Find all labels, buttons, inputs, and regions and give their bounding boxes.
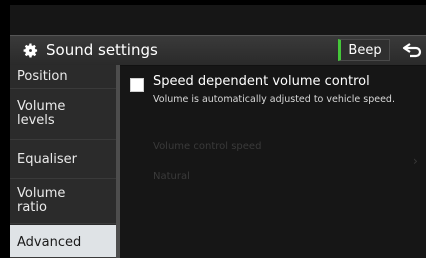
sidebar-item-position[interactable]: Position xyxy=(10,65,116,89)
sidebar-item-label: Position xyxy=(17,69,68,84)
sidebar-item-label: Equaliser xyxy=(17,152,78,167)
gear-icon xyxy=(23,43,38,58)
page-title: Sound settings xyxy=(46,41,158,59)
head-unit-screen: Sound settings Beep Position Volume leve… xyxy=(10,5,426,258)
sidebar-item-volume-levels[interactable]: Volume levels xyxy=(10,90,116,140)
speed-volume-label: Speed dependent volume control xyxy=(153,74,370,89)
sidebar-item-label: Advanced xyxy=(17,235,82,250)
speed-volume-description: Volume is automatically adjusted to vehi… xyxy=(153,94,395,105)
settings-panel: Speed dependent volume control Volume is… xyxy=(120,65,426,258)
disabled-setting-value: Natural xyxy=(153,171,190,182)
sidebar-item-volume-ratio[interactable]: Volume ratio xyxy=(10,180,116,224)
sidebar-item-label: Volume levels xyxy=(17,99,66,128)
speed-volume-checkbox[interactable] xyxy=(130,78,144,92)
disabled-setting-label: Volume control speed xyxy=(153,141,262,152)
beep-button[interactable]: Beep xyxy=(338,39,390,61)
sidebar: Position Volume levels Equaliser Volume … xyxy=(10,65,120,258)
header-bar: Sound settings Beep xyxy=(10,35,426,66)
back-icon[interactable] xyxy=(398,39,426,61)
sidebar-item-label: Volume ratio xyxy=(17,186,66,215)
sidebar-item-equaliser[interactable]: Equaliser xyxy=(10,141,116,179)
sidebar-item-advanced[interactable]: Advanced xyxy=(10,225,116,258)
chevron-right-icon: › xyxy=(413,154,418,168)
